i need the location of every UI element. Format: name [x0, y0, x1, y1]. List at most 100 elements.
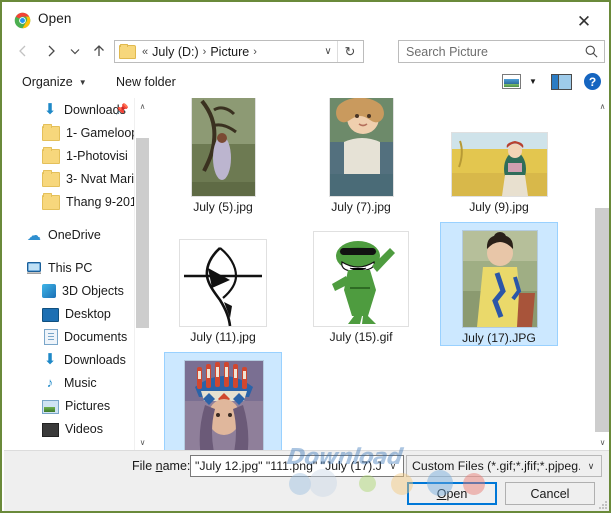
file-type-value: Custom Files (*.gif;*.jfif;*.pjpeg.	[412, 459, 580, 473]
scroll-down-button[interactable]: ∨	[135, 434, 150, 450]
title-bar: Open ✕	[4, 4, 609, 36]
desktop-icon	[42, 307, 59, 322]
file-type-dropdown[interactable]: Custom Files (*.gif;*.jfif;*.pjpeg. ∨	[406, 455, 602, 477]
sidebar-item-label: 1-Photovisi	[66, 148, 128, 163]
up-button[interactable]	[86, 38, 112, 64]
thumbnail	[165, 353, 283, 450]
file-tile-selected[interactable]: July (17).JPG	[440, 222, 558, 346]
thumbnail	[440, 98, 558, 196]
search-input[interactable]: Search Picture	[406, 45, 488, 59]
organize-button[interactable]: Organize ▼	[14, 66, 95, 97]
sidebar-item-label: Documents	[64, 329, 128, 344]
sidebar-item-label: Videos	[65, 421, 103, 436]
sidebar-item-desktop[interactable]: Desktop	[4, 302, 135, 325]
view-mode-icon[interactable]	[502, 74, 521, 89]
sidebar-item-label: Pictures	[65, 398, 111, 413]
file-name-label: File name:	[132, 459, 191, 473]
breadcrumb-item-folder[interactable]: Picture	[209, 45, 250, 59]
scroll-up-button[interactable]: ∧	[594, 98, 609, 114]
file-tile[interactable]: July (9).jpg	[440, 98, 558, 216]
chevron-down-icon[interactable]: ▼	[523, 77, 543, 86]
command-bar-right: ▼ ?	[502, 66, 607, 97]
pin-icon[interactable]: 📌	[115, 103, 129, 116]
file-tile[interactable]: July (5).jpg	[164, 98, 282, 216]
chevron-down-icon[interactable]: ∨	[581, 456, 601, 476]
sidebar-item-3d-objects[interactable]: 3D Objects	[4, 279, 135, 302]
command-bar: Organize ▼ New folder ▼ ?	[4, 66, 609, 99]
address-bar[interactable]: « July (D:) › Picture › ∨ ↻	[114, 40, 364, 63]
sidebar-item-downloads[interactable]: ⬇ Downloads	[4, 348, 135, 371]
sidebar-item-label: 1- Gameloop	[66, 125, 135, 140]
window-title: Open	[38, 11, 72, 26]
file-name-label: July (17).JPG	[462, 331, 536, 345]
chevron-down-icon: ▼	[78, 78, 87, 87]
sidebar-item-music[interactable]: ♪ Music	[4, 371, 135, 394]
sidebar-item-videos[interactable]: Videos	[4, 417, 135, 440]
file-tile[interactable]: July (7).jpg	[302, 98, 420, 216]
file-tile[interactable]: July (11).jpg	[164, 222, 282, 346]
file-name-label: July (7).jpg	[331, 200, 391, 214]
breadcrumb-separator[interactable]: ›	[200, 46, 210, 58]
file-list-pane[interactable]: July (5).jpg July (7).jpg July (9).jpg J…	[150, 98, 609, 450]
thumbnail	[302, 222, 420, 326]
new-folder-label: New folder	[116, 74, 176, 89]
sidebar-item-documents[interactable]: Documents	[4, 325, 135, 348]
help-icon[interactable]: ?	[584, 73, 601, 90]
sidebar-item-1-photovisi[interactable]: 1-Photovisi	[4, 144, 135, 167]
sidebar-item-label: 3- Nvat Mario Ka	[66, 171, 135, 186]
chevron-down-icon[interactable]: ∨	[319, 41, 337, 62]
breadcrumb-item-drive[interactable]: July (D:)	[151, 45, 200, 59]
refresh-icon[interactable]: ↻	[337, 41, 362, 62]
resize-grip[interactable]	[598, 500, 608, 510]
file-tile[interactable]: July (15).gif	[302, 222, 420, 346]
videos-icon	[42, 422, 59, 437]
download-icon: ⬇	[43, 100, 57, 118]
open-file-dialog: Open ✕ « July (D:) › Picture › ∨ ↻ Searc…	[0, 0, 611, 513]
preview-pane-icon[interactable]	[551, 73, 572, 90]
search-box[interactable]: Search Picture	[398, 40, 605, 63]
sidebar-item-pictures[interactable]: Pictures	[4, 394, 135, 417]
cancel-button[interactable]: Cancel	[505, 482, 595, 505]
organize-label: Organize	[22, 74, 73, 89]
sidebar-item-label: Downloads	[64, 352, 126, 367]
sidebar-item-downloads[interactable]: ⬇ Downloads 📌	[4, 98, 135, 121]
recent-locations-button[interactable]	[66, 38, 84, 64]
sidebar-scrollbar[interactable]: ∧ ∨	[134, 98, 150, 450]
dialog-footer: File name: "July 12.jpg" "111.png" "July…	[4, 450, 609, 511]
file-name-label: July (9).jpg	[469, 200, 529, 214]
sidebar-item-3-nvat-mario-ka[interactable]: 3- Nvat Mario Ka	[4, 167, 135, 190]
open-button[interactable]: Open	[407, 482, 497, 505]
sidebar-item-this-pc[interactable]: This PC	[4, 256, 135, 279]
scroll-down-button[interactable]: ∨	[594, 434, 609, 450]
documents-icon	[44, 329, 58, 345]
back-button[interactable]	[10, 38, 36, 64]
new-folder-button[interactable]: New folder	[108, 66, 184, 97]
cloud-icon: ☁	[27, 226, 41, 243]
sidebar-item-1-gameloop[interactable]: 1- Gameloop	[4, 121, 135, 144]
sidebar-item-label: This PC	[48, 260, 93, 275]
thumbnail	[164, 222, 282, 326]
file-name-input[interactable]: "July 12.jpg" "111.png" "July (17).J ∨	[190, 455, 404, 477]
file-tile-selected[interactable]: July 12.jpg	[164, 352, 282, 450]
breadcrumb-separator[interactable]: ›	[250, 46, 260, 58]
folder-icon	[119, 43, 136, 59]
file-name-value[interactable]: "July 12.jpg" "111.png" "July (17).J	[195, 459, 383, 473]
file-list-scrollbar[interactable]: ∧ ∨	[594, 98, 609, 450]
sidebar-item-label: Desktop	[65, 306, 111, 321]
file-name-label: July (5).jpg	[193, 200, 253, 214]
scrollbar-thumb[interactable]	[595, 208, 609, 432]
sidebar-item-label: Music	[64, 375, 97, 390]
scrollbar-thumb[interactable]	[136, 138, 149, 328]
forward-button[interactable]	[38, 38, 64, 64]
sidebar-item-thang-9-2019[interactable]: Thang 9-2019	[4, 190, 135, 213]
computer-icon	[26, 260, 42, 276]
scroll-up-button[interactable]: ∧	[135, 98, 150, 114]
pictures-icon	[42, 399, 59, 414]
sidebar-item-onedrive[interactable]: ☁ OneDrive	[4, 223, 135, 246]
breadcrumb-overflow[interactable]: «	[139, 46, 151, 58]
music-icon: ♪	[46, 374, 54, 390]
chevron-down-icon[interactable]: ∨	[383, 456, 403, 476]
folder-icon	[42, 146, 60, 164]
3d-objects-icon	[42, 284, 56, 298]
close-button[interactable]: ✕	[565, 8, 603, 34]
